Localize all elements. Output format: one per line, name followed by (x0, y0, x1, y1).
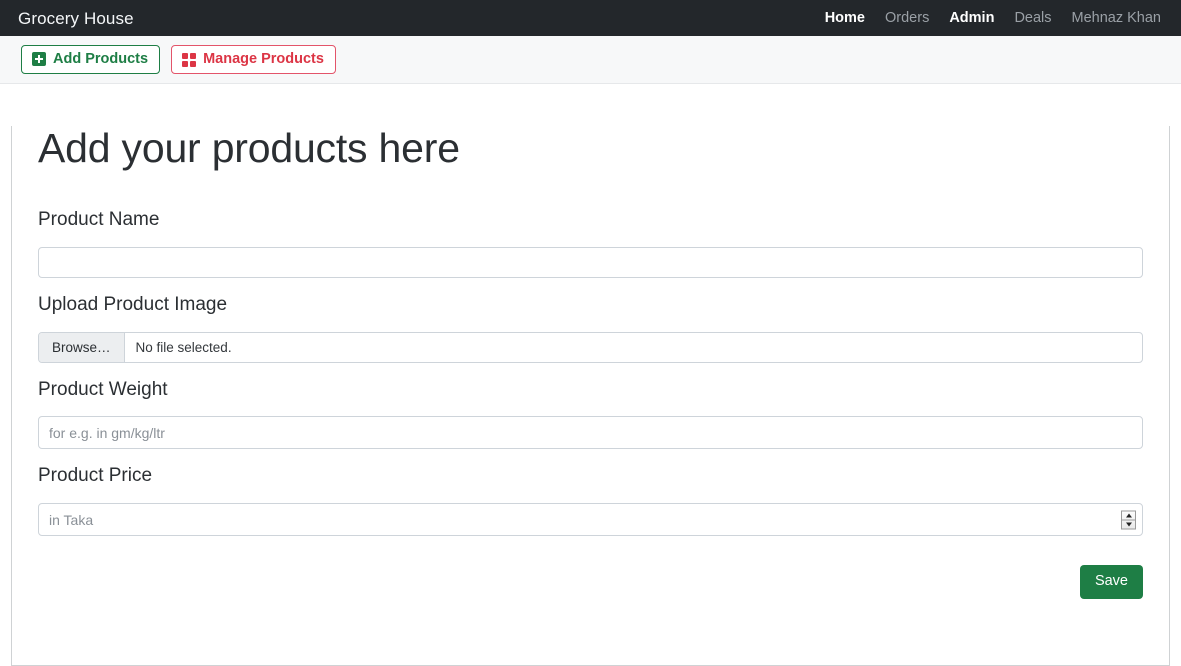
form-actions: Save (38, 565, 1143, 598)
navbar-links: Home Orders Admin Deals Mehnaz Khan (815, 11, 1167, 26)
nav-link-deals[interactable]: Deals (1004, 11, 1061, 26)
spinner-up-icon[interactable] (1122, 511, 1135, 520)
number-spinner[interactable] (1121, 510, 1136, 529)
add-products-button[interactable]: Add Products (21, 45, 160, 74)
product-price-input[interactable] (38, 503, 1143, 536)
product-weight-label: Product Weight (38, 379, 1143, 402)
field-product-image: Upload Product Image Browse… No file sel… (38, 294, 1143, 363)
field-product-price: Product Price (38, 465, 1143, 536)
nav-link-home[interactable]: Home (815, 11, 875, 26)
spinner-down-icon[interactable] (1122, 520, 1135, 528)
page-title: Add your products here (38, 126, 1143, 171)
product-price-wrapper (38, 503, 1143, 536)
admin-toolbar: Add Products Manage Products (0, 36, 1181, 84)
plus-square-icon (32, 52, 46, 66)
grid-squares-icon (182, 53, 196, 66)
content-card: Add your products here Product Name Uplo… (11, 126, 1170, 666)
product-name-label: Product Name (38, 209, 1143, 232)
file-status-text: No file selected. (125, 333, 1142, 362)
nav-link-orders[interactable]: Orders (875, 11, 939, 26)
product-price-label: Product Price (38, 465, 1143, 488)
top-navbar: Grocery House Home Orders Admin Deals Me… (0, 0, 1181, 36)
nav-link-user-account[interactable]: Mehnaz Khan (1062, 11, 1167, 26)
brand-logo[interactable]: Grocery House (18, 10, 134, 27)
product-image-file-input[interactable]: Browse… No file selected. (38, 332, 1143, 363)
field-product-weight: Product Weight (38, 379, 1143, 450)
product-weight-input[interactable] (38, 416, 1143, 449)
add-product-form: Product Name Upload Product Image Browse… (38, 209, 1143, 599)
manage-products-button[interactable]: Manage Products (171, 45, 336, 74)
browse-button[interactable]: Browse… (39, 333, 125, 362)
nav-link-admin[interactable]: Admin (939, 11, 1004, 26)
save-button[interactable]: Save (1080, 565, 1143, 598)
field-product-name: Product Name (38, 209, 1143, 278)
product-image-label: Upload Product Image (38, 294, 1143, 317)
manage-products-label: Manage Products (203, 51, 324, 68)
add-products-label: Add Products (53, 51, 148, 68)
product-name-input[interactable] (38, 247, 1143, 278)
